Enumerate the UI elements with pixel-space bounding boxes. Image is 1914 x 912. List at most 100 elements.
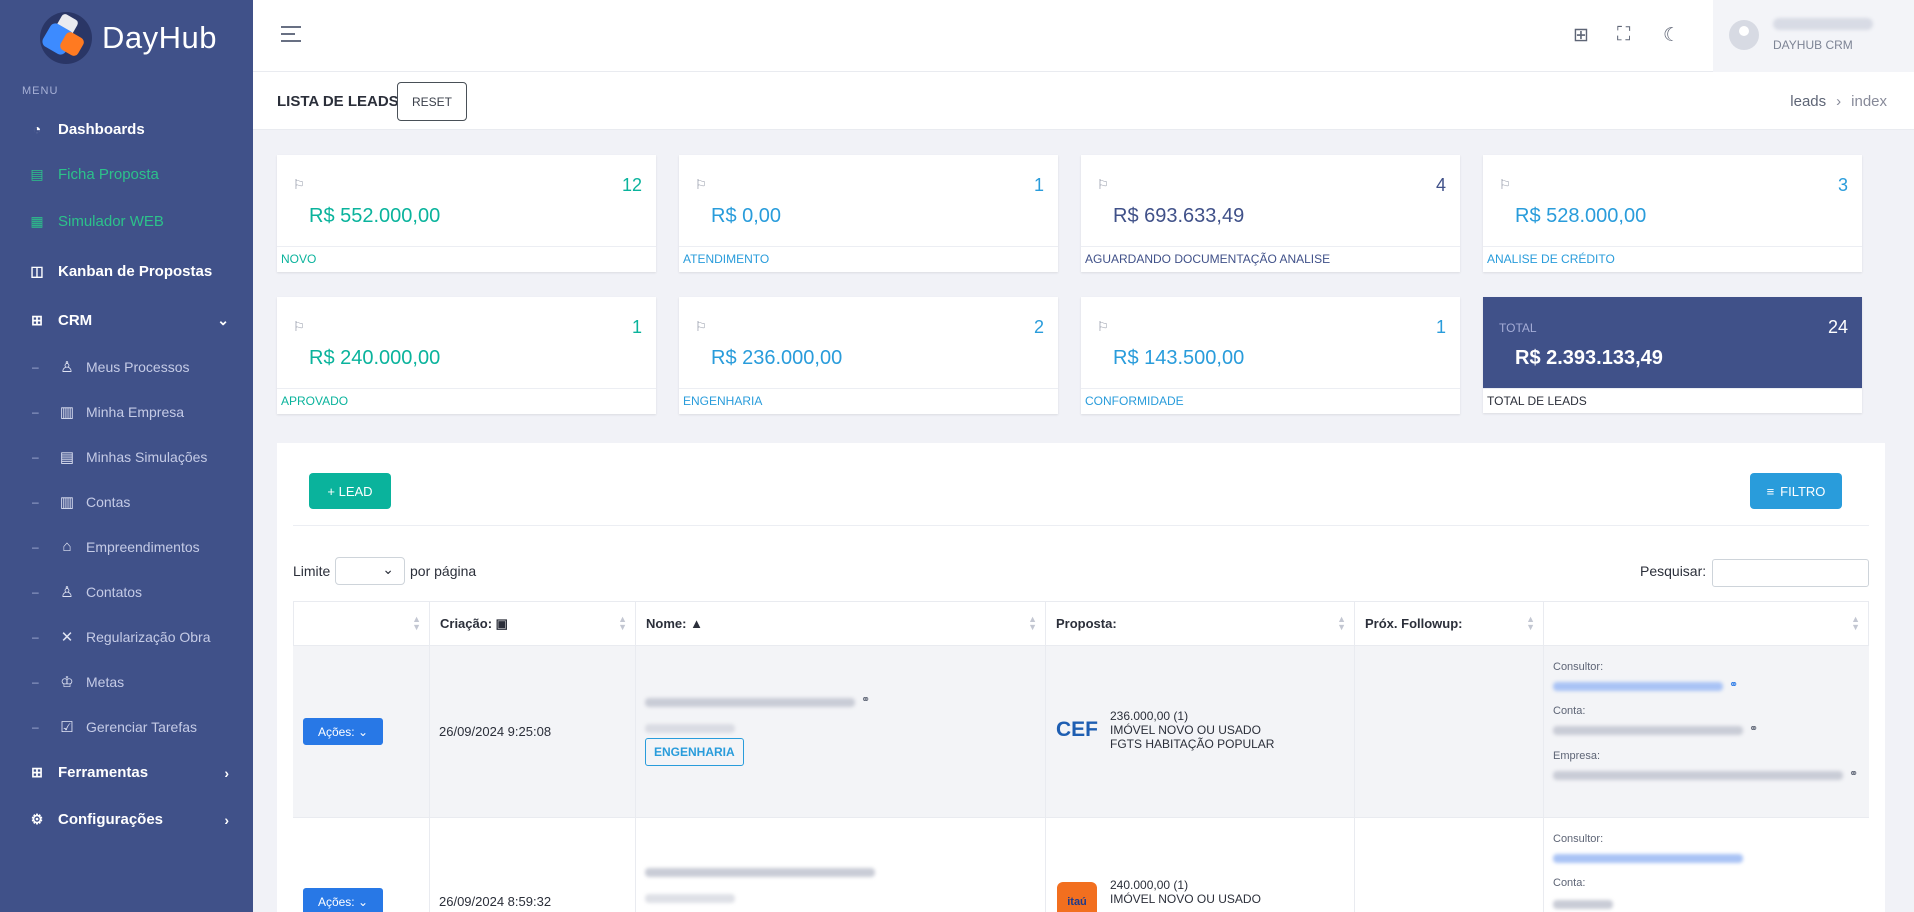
user-icon: ♙ (60, 358, 74, 376)
brand[interactable]: DayHub (0, 0, 253, 75)
consultor-name[interactable] (1553, 854, 1743, 863)
filter-button[interactable]: ≡ FILTRO (1750, 473, 1842, 509)
stat-label: ATENDIMENTO (679, 246, 1058, 271)
page-title-bar: LISTA DE LEADS: RESET leads › index (253, 72, 1914, 130)
stat-amount: R$ 552.000,00 (309, 205, 441, 227)
flag-icon: ⚐ (1499, 177, 1511, 192)
menu-title: MENU (22, 85, 59, 97)
creation-date: 26/09/2024 8:59:32 (439, 894, 552, 909)
sidebar-item-label: Kanban de Propostas (58, 262, 213, 280)
empresa-name[interactable] (1553, 771, 1843, 780)
stat-card-novo[interactable]: ⚐ 12 R$ 552.000,00 NOVO (277, 155, 656, 272)
sidebar-subitem-contatos[interactable]: – ♙ Contatos (0, 569, 253, 614)
sidebar-subitem-contas[interactable]: – ▥ Contas (0, 479, 253, 524)
sidebar-item-label: Configurações (58, 811, 164, 828)
sort-icon: ▲ ▼ (1337, 614, 1346, 632)
sidebar-subitem-regularizacao-obra[interactable]: – ✕ Regularização Obra (0, 614, 253, 659)
apps-grid-icon[interactable]: ⊞ (1573, 24, 1589, 47)
flag-icon: ⚐ (1097, 177, 1109, 192)
stat-label: TOTAL DE LEADS (1483, 388, 1862, 413)
stat-card-analise-credito[interactable]: ⚐ 3 R$ 528.000,00 ANALISE DE CRÉDITO (1483, 155, 1862, 272)
sort-icon: ▲ ▼ (1851, 614, 1860, 632)
column-header-proposta[interactable]: Proposta: ▲ ▼ (1045, 601, 1355, 646)
reset-button[interactable]: RESET (397, 82, 468, 121)
sidebar-subitem-metas[interactable]: – ♔ Metas (0, 659, 253, 704)
conta-name[interactable] (1553, 900, 1613, 909)
sidebar-subitem-minha-empresa[interactable]: – ▥ Minha Empresa (0, 389, 253, 434)
lead-name[interactable] (645, 698, 855, 707)
stat-count: 1 (1033, 175, 1044, 195)
chevron-right-icon: › (224, 764, 229, 781)
stat-card-aguardando[interactable]: ⚐ 4 R$ 693.633,49 AGUARDANDO DOCUMENTAÇÃ… (1081, 155, 1460, 272)
link-icon[interactable]: ⚭ (861, 693, 870, 706)
lead-name[interactable] (645, 868, 875, 877)
sidebar-subitem-gerenciar-tarefas[interactable]: – ☑ Gerenciar Tarefas (0, 704, 253, 749)
column-header-followup[interactable]: Próx. Followup: ▲ ▼ (1354, 601, 1544, 646)
fullscreen-icon[interactable]: ⛶ (1617, 24, 1630, 46)
sort-icon: ▲ ▼ (412, 614, 421, 632)
column-header-criacao[interactable]: Criação: ▣ ▲ ▼ (429, 601, 636, 646)
stat-label: NOVO (277, 246, 656, 271)
hamburger-menu-icon[interactable] (281, 26, 301, 47)
link-icon[interactable]: ⚭ (1729, 678, 1738, 691)
lead-phone (645, 894, 735, 903)
apps-icon: ⊞ (31, 312, 43, 328)
user-menu[interactable]: DAYHUB CRM (1713, 0, 1914, 72)
sidebar-subitem-minhas-simulacoes[interactable]: – ▤ Minhas Simulações (0, 434, 253, 479)
followup-cell (1354, 646, 1544, 817)
link-icon[interactable]: ⚭ (1749, 722, 1758, 735)
sort-icon: ▲ ▼ (618, 614, 627, 632)
sidebar-item-kanban[interactable]: ◫ Kanban de Propostas (0, 245, 253, 297)
sidebar-subitem-label: Metas (86, 673, 125, 690)
sidebar-item-label: Simulador WEB (58, 213, 164, 230)
column-header-actions[interactable]: ▲ ▼ (293, 601, 430, 646)
sidebar-item-ferramentas[interactable]: ⊞ Ferramentas › (0, 749, 253, 796)
sidebar-item-ficha-proposta[interactable]: ▤ Ficha Proposta (0, 151, 253, 198)
task-icon: ☑ (60, 718, 74, 736)
leads-panel: + LEAD ≡ FILTRO Limite ⌄ por página Pesqu… (277, 443, 1885, 912)
acoes-button[interactable]: Ações: ⌄ (303, 888, 383, 912)
sidebar-subitem-meus-processos[interactable]: – ♙ Meus Processos (0, 344, 253, 389)
link-icon[interactable]: ⚭ (1849, 767, 1858, 780)
breadcrumb-link-leads[interactable]: leads (1790, 93, 1826, 110)
stat-label: ANALISE DE CRÉDITO (1483, 246, 1862, 271)
sidebar-item-configuracoes[interactable]: ⚙ Configurações › (0, 796, 253, 843)
add-lead-button[interactable]: + LEAD (309, 473, 391, 509)
stat-card-atendimento[interactable]: ⚐ 1 R$ 0,00 ATENDIMENTO (679, 155, 1058, 272)
dashboard-icon: ◔ (32, 121, 42, 137)
search-input[interactable] (1712, 559, 1869, 587)
sidebar-subitem-empreendimentos[interactable]: – ⌂ Empreendimentos (0, 524, 253, 569)
chevron-right-icon: › (1836, 93, 1842, 110)
limit-label: Limite (293, 563, 331, 579)
moon-icon[interactable]: ☾ (1663, 24, 1680, 47)
consultor-name[interactable] (1553, 682, 1723, 691)
stat-card-aprovado[interactable]: ⚐ 1 R$ 240.000,00 APROVADO (277, 297, 656, 414)
sidebar-item-simulador-web[interactable]: ▦ Simulador WEB (0, 198, 253, 245)
stat-card-conformidade[interactable]: ⚐ 1 R$ 143.500,00 CONFORMIDADE (1081, 297, 1460, 414)
proposal-summary[interactable]: 240.000,00 (1) IMÓVEL NOVO OU USADO (1110, 878, 1261, 906)
sidebar-item-crm[interactable]: ⊞ CRM ⌄ (0, 297, 253, 344)
stat-count: 12 (621, 175, 642, 195)
divider (293, 525, 1869, 526)
stat-count: 3 (1837, 175, 1848, 195)
proposal-summary[interactable]: 236.000,00 (1) IMÓVEL NOVO OU USADO FGTS… (1110, 709, 1274, 751)
tools-icon: ✕ (60, 628, 74, 646)
conta-label: Conta: (1553, 705, 1586, 717)
stat-amount: R$ 0,00 (711, 205, 782, 227)
breadcrumb: leads › index (1790, 93, 1887, 110)
sidebar: DayHub MENU ◔ Dashboards ▤ Ficha Propost… (0, 0, 253, 912)
brand-name: DayHub (102, 19, 217, 55)
column-header-details[interactable]: ▲ ▼ (1543, 601, 1869, 646)
conta-name[interactable] (1553, 726, 1743, 735)
acoes-button[interactable]: Ações: ⌄ (303, 718, 383, 745)
stat-card-engenharia[interactable]: ⚐ 2 R$ 236.000,00 ENGENHARIA (679, 297, 1058, 414)
sidebar-item-label: Ferramentas (58, 764, 149, 781)
chevron-down-icon: ⌄ (357, 894, 369, 909)
sidebar-item-dashboards[interactable]: ◔ Dashboards (0, 107, 253, 151)
stat-label: AGUARDANDO DOCUMENTAÇÃO ANALISE (1081, 246, 1460, 271)
column-header-nome[interactable]: Nome: ▲ ▲ ▼ (635, 601, 1046, 646)
trophy-icon: ♔ (60, 673, 74, 691)
building-icon: ▥ (59, 403, 75, 421)
chevron-down-icon: ⌄ (382, 561, 394, 577)
limit-select[interactable]: ⌄ (335, 557, 405, 585)
